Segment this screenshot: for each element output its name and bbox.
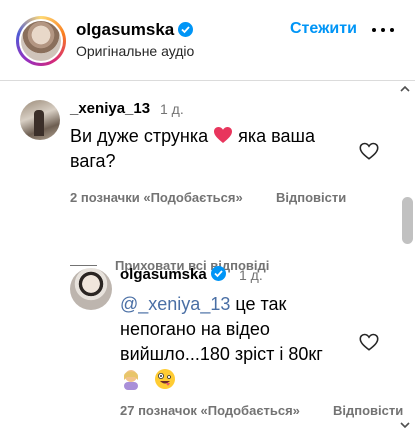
reply-likes-count[interactable]: 27 позначок «Подобається»	[120, 403, 300, 418]
reply-author-avatar[interactable]	[70, 268, 112, 310]
reply-reply-button[interactable]: Відповісти	[333, 403, 403, 418]
scrollbar-thumb[interactable]	[402, 197, 413, 244]
heart-icon[interactable]	[358, 140, 380, 162]
author-avatar[interactable]	[16, 16, 66, 66]
comment-reply-button[interactable]: Відповісти	[276, 190, 346, 205]
commenter-avatar[interactable]	[20, 100, 60, 140]
reply-emoji-row	[120, 368, 184, 392]
reply-username-text[interactable]: olgasumska	[120, 266, 207, 283]
comment-text: Ви дуже струнка яка ваша вага?	[70, 124, 360, 174]
more-options-icon[interactable]	[372, 28, 394, 34]
reply-timestamp[interactable]: 1 д.	[239, 267, 263, 283]
comment-text-part1: Ви дуже струнка	[70, 126, 209, 146]
scroll-down-arrow-icon[interactable]	[400, 420, 410, 430]
follow-button[interactable]: Стежити	[290, 20, 357, 38]
verified-icon	[210, 266, 226, 281]
comment-timestamp[interactable]: 1 д.	[160, 101, 184, 117]
header-divider	[0, 80, 415, 81]
verified-icon	[178, 22, 194, 37]
scroll-up-arrow-icon[interactable]	[400, 84, 410, 94]
woman-gesturing-emoji-icon	[120, 368, 142, 390]
mention-link[interactable]: @_xeniya_13	[120, 294, 230, 314]
heart-icon[interactable]	[358, 331, 380, 353]
reply-text: @_xeniya_13 це так непогано на відео вий…	[120, 292, 360, 367]
audio-subtitle[interactable]: Оригінальне аудіо	[76, 43, 194, 59]
post-header: olgasumska Оригінальне аудіо Стежити	[0, 0, 415, 80]
zany-face-emoji-icon	[154, 368, 176, 390]
commenter-username[interactable]: _xeniya_13	[70, 100, 150, 117]
replies-divider-line	[70, 265, 97, 266]
comment-likes-count[interactable]: 2 позначки «Подобається»	[70, 190, 243, 205]
reply-username[interactable]: olgasumska	[120, 266, 226, 283]
heart-emoji-icon	[214, 127, 233, 143]
author-username-text[interactable]: olgasumska	[76, 20, 174, 39]
author-username[interactable]: olgasumska	[76, 20, 194, 40]
